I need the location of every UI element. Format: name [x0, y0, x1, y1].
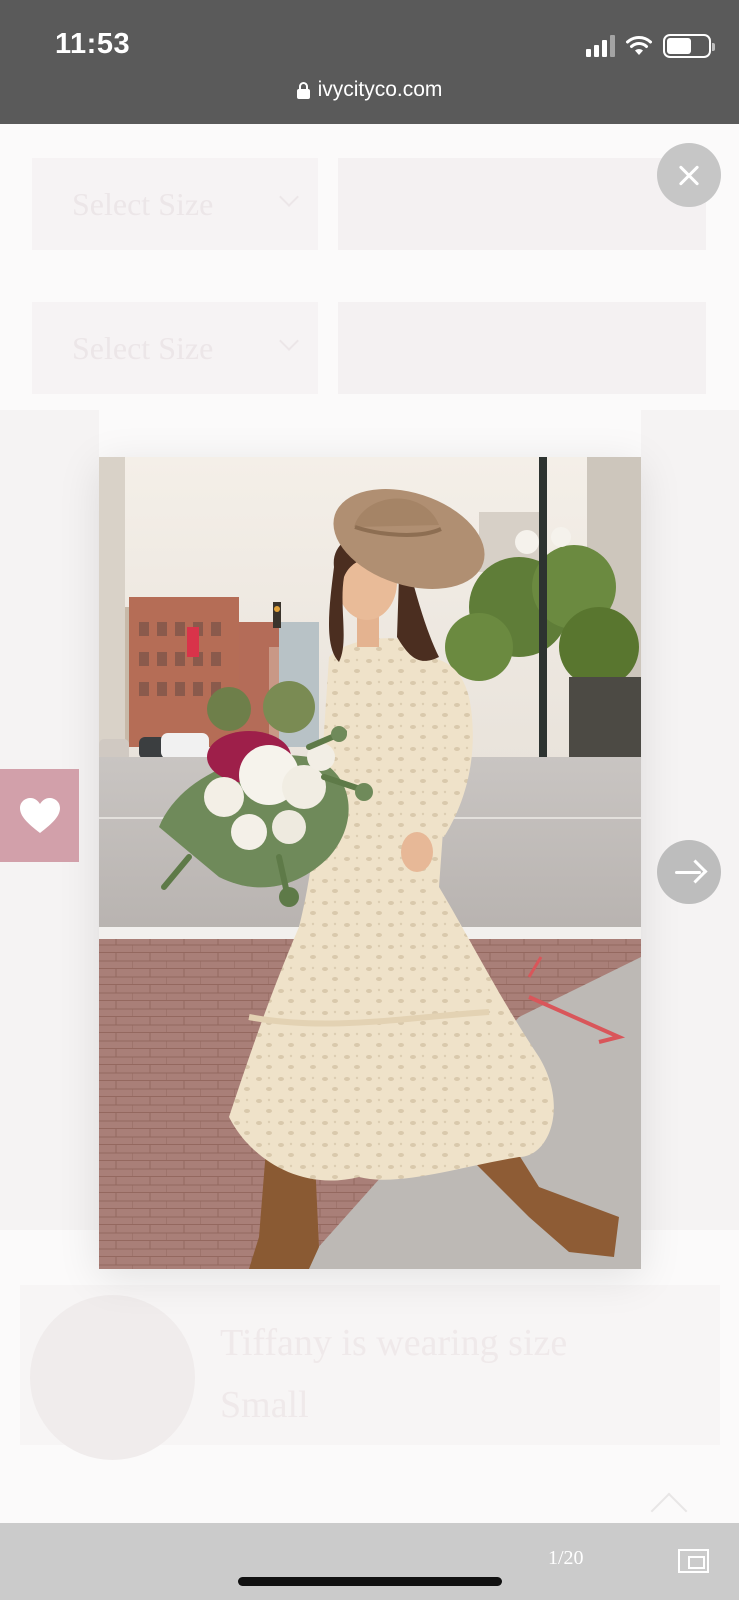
chevron-down-icon — [279, 187, 299, 207]
lock-icon — [296, 81, 310, 99]
chevron-down-icon — [279, 331, 299, 351]
url-text: ivycityco.com — [317, 78, 443, 101]
product-photo[interactable] — [99, 457, 641, 1269]
status-icons — [586, 33, 715, 59]
image-counter: 1/20 — [548, 1547, 584, 1569]
size-select-1: Select Size — [32, 158, 318, 250]
heart-icon — [19, 797, 60, 833]
address-bar[interactable]: ivycityco.com — [0, 78, 739, 102]
picture-in-picture-icon[interactable] — [678, 1549, 709, 1573]
wifi-icon — [626, 36, 652, 55]
browser-top-bar: 11:53 ivycityco.com — [0, 0, 739, 124]
cellular-signal-icon — [586, 35, 615, 57]
add-to-cart-ghost — [338, 158, 706, 250]
size-select-2: Select Size — [32, 302, 318, 394]
add-to-cart-ghost-2 — [338, 302, 706, 394]
size-select-1-label: Select Size — [72, 185, 214, 222]
close-icon[interactable] — [657, 143, 721, 207]
next-image-button[interactable] — [657, 840, 721, 904]
status-time: 11:53 — [55, 28, 131, 60]
wishlist-button[interactable] — [0, 769, 79, 862]
right-backdrop — [641, 410, 739, 1230]
arrow-head — [683, 859, 708, 884]
model-size-note: Tiffany is wearing size Small — [220, 1322, 568, 1426]
lightbox-toolbar — [0, 1523, 739, 1600]
home-indicator[interactable] — [238, 1577, 502, 1586]
battery-icon — [663, 34, 715, 58]
size-select-2-label: Select Size — [72, 329, 214, 366]
model-avatar — [30, 1295, 195, 1460]
